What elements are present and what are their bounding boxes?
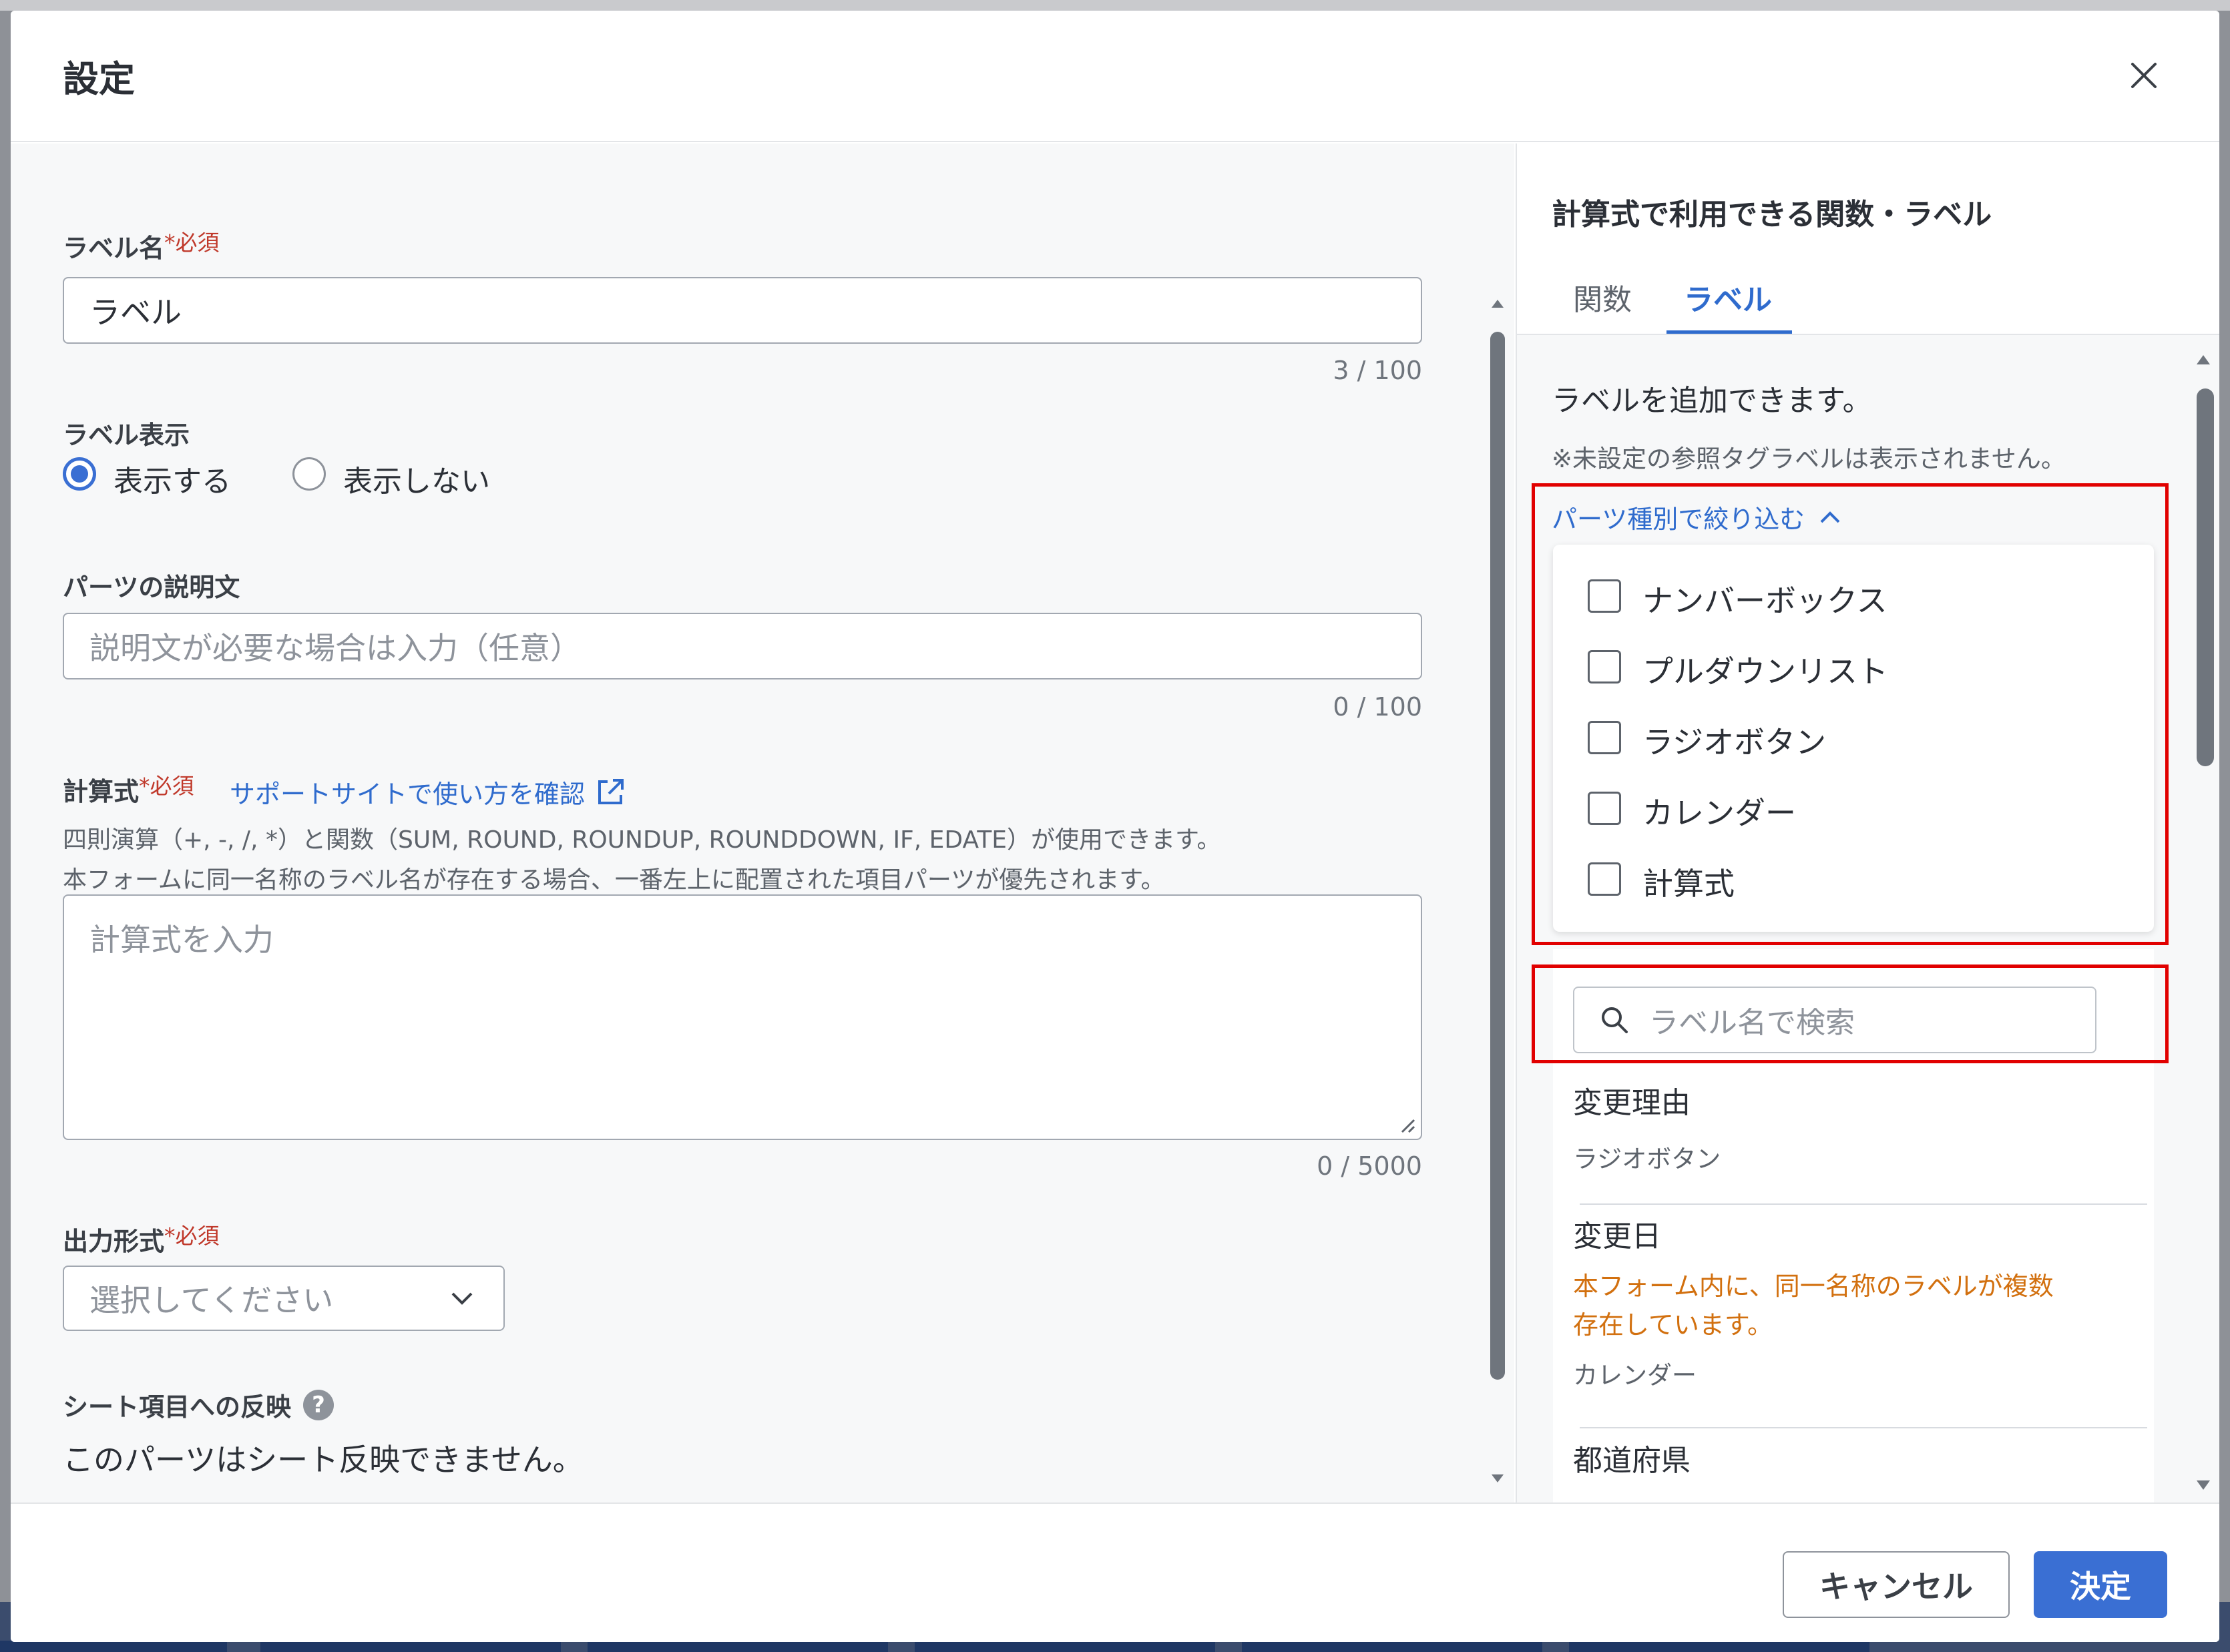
labels-scrollbar[interactable] [2191, 335, 2215, 1502]
chevron-down-icon [451, 1292, 473, 1305]
highlight-box-filter [1532, 483, 2169, 945]
list-divider [1580, 1203, 2147, 1205]
dialog-header: 設定 [11, 11, 2219, 142]
formula-heading: 計算式*必須 [63, 773, 194, 806]
list-divider [1580, 1427, 2147, 1428]
labels-panel: ラベルを追加できます。 ※未設定の参照タグラベルは表示されません。 パーツ種別で… [1517, 335, 2219, 1502]
list-item[interactable]: 都道府県 [1573, 1436, 1691, 1479]
description-heading: パーツの説明文 [63, 573, 240, 602]
form-pane: ラベル名*必須 ラベル 3 / 100 ラベル表示 表示する 表示しない パーツ… [11, 144, 1514, 1502]
reference-pane: 計算式で利用できる関数・ラベル 関数 ラベル ラベルを追加できます。 ※未設定の… [1516, 144, 2219, 1502]
list-item[interactable]: 変更理由 ラジオボタン [1573, 1079, 1721, 1175]
resize-handle-icon[interactable] [1395, 1113, 1415, 1133]
formula-help-2: 本フォームに同一名称のラベル名が存在する場合、一番左上に配置された項目パーツが優… [63, 866, 1165, 894]
description-counter: 0 / 100 [1333, 692, 1422, 722]
help-icon[interactable]: ? [303, 1389, 334, 1420]
backdrop-top [0, 0, 2230, 11]
settings-dialog: 設定 ラベル名*必須 ラベル 3 / 100 ラベル表示 表示する 表示しない … [11, 11, 2219, 1642]
tab-functions[interactable]: 関数 [1573, 276, 1632, 318]
formula-textarea[interactable]: 計算式を入力 [63, 894, 1422, 1140]
label-name-counter: 3 / 100 [1333, 356, 1422, 385]
dialog-title: 設定 [63, 58, 135, 100]
close-icon[interactable] [2121, 52, 2167, 99]
list-item[interactable]: 変更日 本フォーム内に、同一名称のラベルが複数 存在しています。 カレンダー [1573, 1212, 2054, 1391]
sheet-note: このパーツはシート反映できません。 [63, 1442, 584, 1478]
cancel-button[interactable]: キャンセル [1783, 1551, 2010, 1618]
output-format-select[interactable]: 選択してください [63, 1266, 505, 1331]
label-name-heading: ラベル名*必須 [63, 230, 220, 263]
dialog-footer: キャンセル 決定 [11, 1502, 2219, 1642]
radio-show[interactable] [63, 457, 96, 491]
description-input[interactable]: 説明文が必要な場合は入力（任意） [63, 613, 1422, 679]
formula-counter: 0 / 5000 [1317, 1151, 1422, 1181]
tab-labels[interactable]: ラベル [1684, 276, 1772, 318]
label-name-input[interactable]: ラベル [63, 277, 1422, 344]
output-format-heading: 出力形式*必須 [63, 1223, 220, 1256]
required-mark: *必須 [164, 230, 220, 256]
labels-intro: ラベルを追加できます。 [1552, 384, 1872, 418]
radio-hide[interactable] [292, 457, 326, 491]
formula-help-1: 四則演算（+, -, /, *）と関数（SUM, ROUND, ROUNDUP,… [63, 826, 1221, 854]
radio-show-label[interactable]: 表示する [114, 457, 231, 500]
radio-hide-label[interactable]: 表示しない [343, 457, 490, 500]
required-mark: *必須 [164, 1223, 220, 1249]
required-mark: *必須 [139, 773, 194, 799]
confirm-button[interactable]: 決定 [2034, 1551, 2167, 1618]
label-display-heading: ラベル表示 [63, 421, 190, 450]
support-site-link[interactable]: サポートサイトで使い方を確認 [230, 774, 626, 810]
form-scrollbar[interactable] [1488, 297, 1508, 1485]
labels-note: ※未設定の参照タグラベルは表示されません。 [1552, 445, 2066, 473]
external-link-icon [598, 778, 624, 804]
reference-title: 計算式で利用できる関数・ラベル [1552, 198, 1992, 232]
sheet-heading: シート項目への反映 ? [63, 1386, 334, 1423]
highlight-box-search [1532, 965, 2169, 1063]
